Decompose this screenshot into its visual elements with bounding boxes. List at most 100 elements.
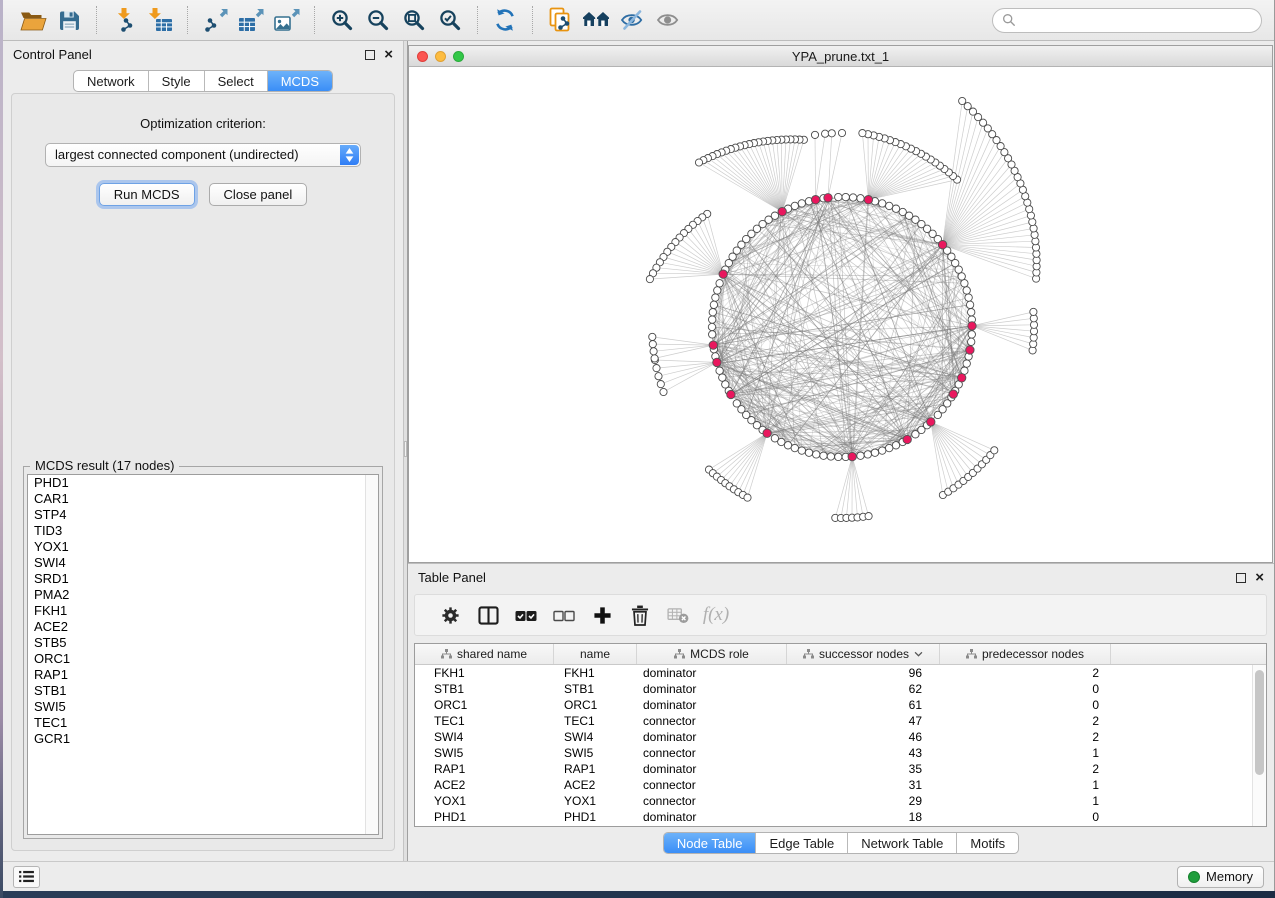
graph-leaf-node[interactable]: [655, 373, 662, 380]
graph-node[interactable]: [827, 453, 834, 460]
import-table-icon[interactable]: [142, 3, 178, 37]
task-history-button[interactable]: [13, 866, 40, 888]
tab-node-table[interactable]: Node Table: [664, 833, 756, 853]
mcds-result-item[interactable]: TID3: [28, 523, 378, 539]
graph-mcds-hub-node[interactable]: [864, 196, 872, 204]
close-panel-icon[interactable]: ×: [384, 50, 393, 60]
hide-panel-icon[interactable]: [614, 3, 650, 37]
mcds-result-item[interactable]: ORC1: [28, 651, 378, 667]
mcds-result-item[interactable]: PMA2: [28, 587, 378, 603]
zoom-out-icon[interactable]: [360, 3, 396, 37]
graph-leaf-node[interactable]: [822, 130, 829, 137]
graph-leaf-node[interactable]: [660, 388, 667, 395]
graph-node[interactable]: [864, 451, 871, 458]
mcds-result-item[interactable]: GCR1: [28, 731, 378, 747]
graph-leaf-node[interactable]: [653, 365, 660, 372]
graph-leaf-node[interactable]: [695, 159, 702, 166]
select-all-icon[interactable]: [507, 597, 545, 633]
graph-node[interactable]: [820, 452, 827, 459]
optimization-criterion-select[interactable]: largest connected component (undirected): [45, 143, 361, 167]
graph-leaf-node[interactable]: [657, 381, 664, 388]
graph-mcds-hub-node[interactable]: [713, 358, 721, 366]
graph-node[interactable]: [709, 331, 716, 338]
column-layout-icon[interactable]: [469, 597, 507, 633]
graph-node[interactable]: [712, 294, 719, 301]
tab-style[interactable]: Style: [148, 71, 204, 91]
graph-mcds-hub-node[interactable]: [938, 241, 946, 249]
graph-leaf-node[interactable]: [1030, 308, 1037, 315]
tab-network[interactable]: Network: [74, 71, 148, 91]
table-row[interactable]: TEC1TEC1connector472: [415, 713, 1266, 729]
graph-mcds-hub-node[interactable]: [968, 322, 976, 330]
gear-icon[interactable]: [431, 597, 469, 633]
graph-mcds-hub-node[interactable]: [949, 390, 957, 398]
graph-node[interactable]: [835, 453, 842, 460]
close-panel-button[interactable]: Close panel: [209, 183, 308, 206]
graph-mcds-hub-node[interactable]: [958, 374, 966, 382]
zoom-selected-icon[interactable]: [432, 3, 468, 37]
mcds-result-item[interactable]: YOX1: [28, 539, 378, 555]
graph-node[interactable]: [813, 451, 820, 458]
mcds-result-item[interactable]: ACE2: [28, 619, 378, 635]
mcds-result-item[interactable]: CAR1: [28, 491, 378, 507]
graph-node[interactable]: [798, 447, 805, 454]
column-header-predecessor-nodes[interactable]: predecessor nodes: [940, 644, 1111, 664]
graph-leaf-node[interactable]: [959, 97, 966, 104]
graph-leaf-node[interactable]: [744, 494, 751, 501]
open-file-icon[interactable]: [15, 3, 51, 37]
column-header-MCDS-role[interactable]: MCDS role: [637, 644, 787, 664]
graph-mcds-hub-node[interactable]: [824, 194, 832, 202]
graph-node[interactable]: [968, 309, 975, 316]
graph-mcds-hub-node[interactable]: [709, 341, 717, 349]
import-network-icon[interactable]: [106, 3, 142, 37]
graph-mcds-hub-node[interactable]: [727, 390, 735, 398]
memory-button[interactable]: Memory: [1177, 866, 1264, 888]
graph-mcds-hub-node[interactable]: [903, 435, 911, 443]
table-row[interactable]: ACE2ACE2connector311: [415, 777, 1266, 793]
graph-node[interactable]: [958, 273, 965, 280]
open-ndex-icon[interactable]: [578, 3, 614, 37]
graph-node[interactable]: [710, 301, 717, 308]
graph-node[interactable]: [966, 301, 973, 308]
graph-node[interactable]: [963, 287, 970, 294]
graph-node[interactable]: [879, 200, 886, 207]
graph-leaf-node[interactable]: [828, 130, 835, 137]
delete-column-icon[interactable]: [621, 597, 659, 633]
graph-leaf-node[interactable]: [646, 276, 653, 283]
graph-node[interactable]: [842, 193, 849, 200]
column-header-shared-name[interactable]: shared name: [415, 644, 554, 664]
export-image-icon[interactable]: [269, 3, 305, 37]
graph-node[interactable]: [719, 374, 726, 381]
tab-mcds[interactable]: MCDS: [267, 71, 332, 91]
table-row[interactable]: YOX1YOX1connector291: [415, 793, 1266, 809]
graph-mcds-hub-node[interactable]: [778, 207, 786, 215]
graph-node[interactable]: [963, 360, 970, 367]
table-row[interactable]: FKH1FKH1dominator962: [415, 665, 1266, 681]
zoom-fit-icon[interactable]: [396, 3, 432, 37]
graph-node[interactable]: [716, 280, 723, 287]
show-panel-icon[interactable]: [650, 3, 686, 37]
graph-leaf-node[interactable]: [859, 130, 866, 137]
tab-motifs[interactable]: Motifs: [956, 833, 1018, 853]
tab-select[interactable]: Select: [204, 71, 267, 91]
mcds-result-item[interactable]: SWI5: [28, 699, 378, 715]
graph-leaf-node[interactable]: [811, 131, 818, 138]
mcds-result-item[interactable]: FKH1: [28, 603, 378, 619]
export-network-icon[interactable]: [197, 3, 233, 37]
graph-node[interactable]: [965, 294, 972, 301]
graph-node[interactable]: [857, 195, 864, 202]
graph-node[interactable]: [835, 193, 842, 200]
graph-node[interactable]: [857, 452, 864, 459]
graph-node[interactable]: [791, 202, 798, 209]
network-window-titlebar[interactable]: YPA_prune.txt_1: [409, 46, 1272, 67]
mcds-result-item[interactable]: STP4: [28, 507, 378, 523]
mcds-result-item[interactable]: SRD1: [28, 571, 378, 587]
graph-mcds-hub-node[interactable]: [927, 418, 935, 426]
table-row[interactable]: STB1STB1dominator620: [415, 681, 1266, 697]
table-row[interactable]: SWI5SWI5connector431: [415, 745, 1266, 761]
graph-node[interactable]: [778, 438, 785, 445]
graph-node[interactable]: [714, 287, 721, 294]
graph-leaf-node[interactable]: [838, 129, 845, 136]
graph-node[interactable]: [871, 449, 878, 456]
graph-node[interactable]: [716, 367, 723, 374]
